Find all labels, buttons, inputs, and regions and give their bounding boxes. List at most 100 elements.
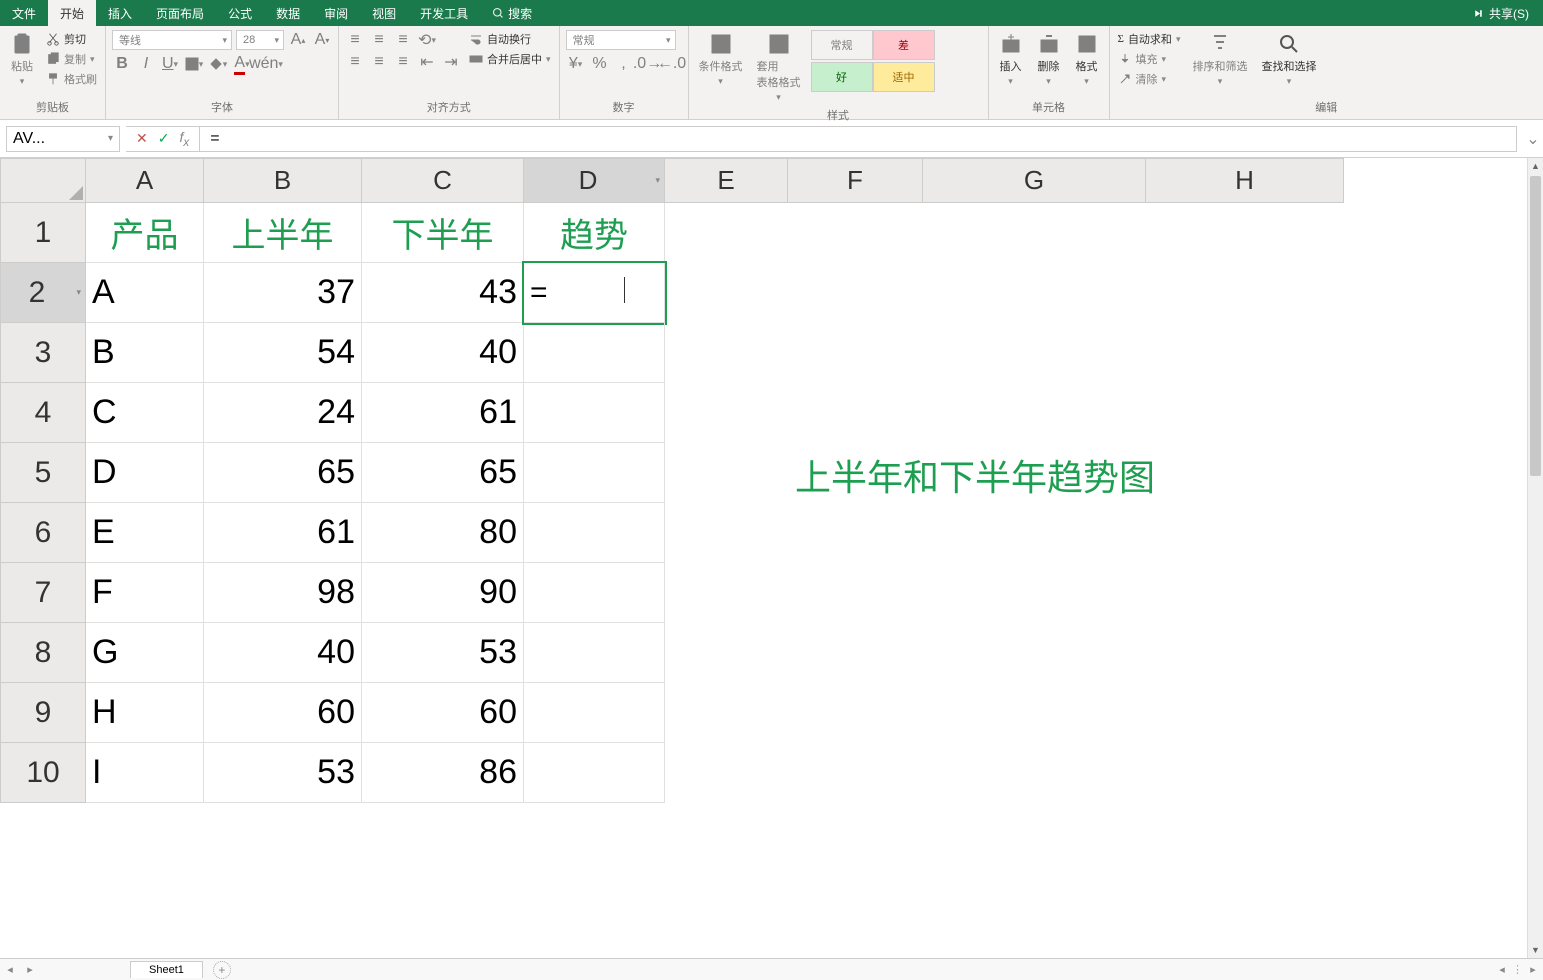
cell-A3[interactable]: B (86, 323, 204, 383)
col-head-B[interactable]: B (204, 158, 362, 203)
cell-A7[interactable]: F (86, 563, 204, 623)
dec-decimal-icon[interactable]: ←.0 (662, 54, 682, 74)
cell-A8[interactable]: G (86, 623, 204, 683)
merge-center-button[interactable]: 合并后居中 (467, 50, 553, 68)
cell-G6[interactable] (923, 503, 1146, 563)
dec-indent-icon[interactable]: ⇤ (417, 52, 437, 72)
menu-tab-2[interactable]: 插入 (96, 0, 144, 26)
cell-E6[interactable] (665, 503, 788, 563)
cell-G10[interactable] (923, 743, 1146, 803)
format-as-table-button[interactable]: 套用 表格格式 (753, 30, 805, 105)
scroll-down-icon[interactable]: ▼ (1528, 942, 1543, 958)
font-family-select[interactable]: 等线 (112, 30, 232, 50)
cell-D9[interactable] (524, 683, 665, 743)
conditional-format-button[interactable]: 条件格式 (695, 30, 747, 89)
name-box[interactable]: AV... (6, 126, 120, 152)
cell-E8[interactable] (665, 623, 788, 683)
cell-E5[interactable] (665, 443, 788, 503)
sort-filter-button[interactable]: 排序和筛选 (1188, 30, 1251, 89)
cell-F4[interactable] (788, 383, 923, 443)
cell-C3[interactable]: 40 (362, 323, 524, 383)
fx-icon[interactable]: fx (179, 129, 189, 149)
row-head-4[interactable]: 4 (0, 383, 86, 443)
cell-D6[interactable] (524, 503, 665, 563)
menu-tab-4[interactable]: 公式 (216, 0, 264, 26)
border-button[interactable] (184, 54, 204, 74)
copy-button[interactable]: 复制 (44, 50, 99, 68)
menu-tab-7[interactable]: 视图 (360, 0, 408, 26)
cut-button[interactable]: 剪切 (44, 30, 99, 48)
cell-A9[interactable]: H (86, 683, 204, 743)
paste-button[interactable]: 粘贴 (6, 30, 38, 89)
cell-H8[interactable] (1146, 623, 1344, 683)
delete-cells-button[interactable]: 删除 (1033, 30, 1065, 89)
col-head-A[interactable]: A (86, 158, 204, 203)
cell-G9[interactable] (923, 683, 1146, 743)
menu-tab-3[interactable]: 页面布局 (144, 0, 216, 26)
cell-C4[interactable]: 61 (362, 383, 524, 443)
vertical-scrollbar[interactable]: ▲ ▼ (1527, 158, 1543, 958)
cell-A4[interactable]: C (86, 383, 204, 443)
inc-decimal-icon[interactable]: .0→ (638, 54, 658, 74)
cell-B10[interactable]: 53 (204, 743, 362, 803)
align-middle-icon[interactable]: ≡ (369, 30, 389, 50)
style-normal[interactable]: 常规 (811, 30, 873, 60)
cancel-icon[interactable]: ✕ (136, 130, 148, 147)
cell-C6[interactable]: 80 (362, 503, 524, 563)
cell-H7[interactable] (1146, 563, 1344, 623)
cell-H6[interactable] (1146, 503, 1344, 563)
col-head-E[interactable]: E (665, 158, 788, 203)
cell-E3[interactable] (665, 323, 788, 383)
cell-F1[interactable] (788, 203, 923, 263)
spreadsheet-grid[interactable]: ABCDEFGH 12345678910 产品上半年下半年趋势A3743B544… (0, 158, 1543, 958)
row-head-10[interactable]: 10 (0, 743, 86, 803)
cell-H10[interactable] (1146, 743, 1344, 803)
cell-C9[interactable]: 60 (362, 683, 524, 743)
align-left-icon[interactable]: ≡ (345, 52, 365, 72)
bold-button[interactable]: B (112, 54, 132, 74)
cell-B4[interactable]: 24 (204, 383, 362, 443)
expand-formula-bar-icon[interactable]: ⌄ (1523, 129, 1543, 149)
menu-tab-1[interactable]: 开始 (48, 0, 96, 26)
style-bad[interactable]: 差 (873, 30, 935, 60)
align-right-icon[interactable]: ≡ (393, 52, 413, 72)
italic-button[interactable]: I (136, 54, 156, 74)
cell-header-1[interactable]: 上半年 (204, 203, 362, 263)
cell-A2[interactable]: A (86, 263, 204, 323)
row-head-6[interactable]: 6 (0, 503, 86, 563)
currency-icon[interactable]: ¥ (566, 54, 586, 74)
cell-C5[interactable]: 65 (362, 443, 524, 503)
cell-H5[interactable] (1146, 443, 1344, 503)
inc-indent-icon[interactable]: ⇥ (441, 52, 461, 72)
menu-tab-0[interactable]: 文件 (0, 0, 48, 26)
sheet-tab[interactable]: Sheet1 (130, 961, 203, 978)
cell-B8[interactable]: 40 (204, 623, 362, 683)
scrollbar-thumb[interactable] (1530, 176, 1541, 476)
cell-F2[interactable] (788, 263, 923, 323)
cell-B3[interactable]: 54 (204, 323, 362, 383)
comma-icon[interactable]: , (614, 54, 634, 74)
cell-B9[interactable]: 60 (204, 683, 362, 743)
orientation-icon[interactable]: ⟲ (417, 30, 437, 50)
style-good[interactable]: 好 (811, 62, 873, 92)
cell-D3[interactable] (524, 323, 665, 383)
format-cells-button[interactable]: 格式 (1071, 30, 1103, 89)
phonetic-button[interactable]: wén (256, 54, 276, 74)
cell-F10[interactable] (788, 743, 923, 803)
col-head-H[interactable]: H (1146, 158, 1344, 203)
row-head-8[interactable]: 8 (0, 623, 86, 683)
cell-G7[interactable] (923, 563, 1146, 623)
align-top-icon[interactable]: ≡ (345, 30, 365, 50)
col-head-D[interactable]: D (524, 158, 665, 203)
menu-tab-5[interactable]: 数据 (264, 0, 312, 26)
cell-C7[interactable]: 90 (362, 563, 524, 623)
cell-B5[interactable]: 65 (204, 443, 362, 503)
decrease-font-icon[interactable]: A▾ (312, 30, 332, 50)
font-size-select[interactable]: 28 (236, 30, 284, 50)
editing-cell[interactable]: = (524, 263, 665, 323)
fill-color-button[interactable] (208, 54, 228, 74)
cell-B6[interactable]: 61 (204, 503, 362, 563)
scroll-up-icon[interactable]: ▲ (1528, 158, 1543, 174)
cell-G1[interactable] (923, 203, 1146, 263)
insert-cells-button[interactable]: 插入 (995, 30, 1027, 89)
